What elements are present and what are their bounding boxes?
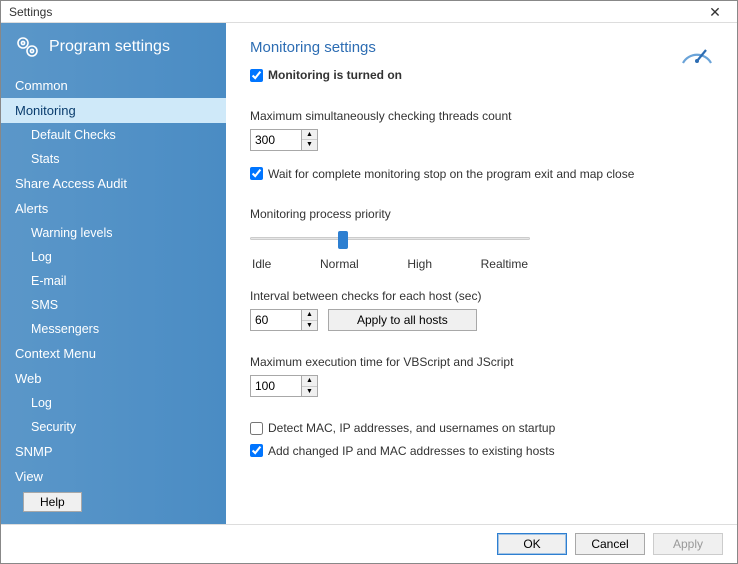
monitoring-on-checkbox[interactable]: Monitoring is turned on [250,68,402,82]
sidebar-item-sms[interactable]: SMS [1,293,226,317]
threads-input[interactable] [251,130,301,150]
add-changed-checkbox[interactable]: Add changed IP and MAC addresses to exis… [250,444,555,458]
body: Program settings CommonMonitoringDefault… [1,23,737,524]
titlebar: Settings ✕ [1,1,737,23]
sidebar-item-log[interactable]: Log [1,391,226,415]
sidebar-item-share-access-audit[interactable]: Share Access Audit [1,171,226,196]
wait-stop-label: Wait for complete monitoring stop on the… [268,167,634,181]
slider-labels: Idle Normal High Realtime [250,257,530,271]
detect-mac-label: Detect MAC, IP addresses, and usernames … [268,421,555,435]
threads-up-icon[interactable]: ▲ [302,130,317,141]
exec-time-label: Maximum execution time for VBScript and … [250,355,713,369]
exec-time-input[interactable] [251,376,301,396]
sidebar-item-default-checks[interactable]: Default Checks [1,123,226,147]
sidebar-footer: Help [1,484,226,524]
page-title: Monitoring settings [250,39,713,56]
sidebar: Program settings CommonMonitoringDefault… [1,23,226,524]
sidebar-item-stats[interactable]: Stats [1,147,226,171]
sidebar-item-web[interactable]: Web [1,366,226,391]
interval-down-icon[interactable]: ▼ [302,321,317,331]
priority-slider[interactable]: Idle Normal High Realtime [250,231,530,271]
sidebar-nav: CommonMonitoringDefault ChecksStatsShare… [1,73,226,484]
slider-thumb[interactable] [338,231,348,249]
ok-button[interactable]: OK [497,533,567,555]
window-title: Settings [9,5,52,19]
cancel-button[interactable]: Cancel [575,533,645,555]
add-changed-label: Add changed IP and MAC addresses to exis… [268,444,555,458]
interval-label: Interval between checks for each host (s… [250,289,713,303]
exec-time-spinner[interactable]: ▲ ▼ [250,375,318,397]
sidebar-item-warning-levels[interactable]: Warning levels [1,221,226,245]
sidebar-item-view[interactable]: View [1,464,226,484]
sidebar-item-common[interactable]: Common [1,73,226,98]
gear-icon [15,35,39,59]
sidebar-item-e-mail[interactable]: E-mail [1,269,226,293]
priority-label: Monitoring process priority [250,207,713,221]
interval-spinner[interactable]: ▲ ▼ [250,309,318,331]
sidebar-item-monitoring[interactable]: Monitoring [1,98,226,123]
wait-stop-input[interactable] [250,167,263,180]
main-panel: Monitoring settings Monitoring is turned… [226,23,737,524]
close-icon[interactable]: ✕ [699,2,731,22]
monitoring-on-label: Monitoring is turned on [268,68,402,82]
detect-mac-input[interactable] [250,422,263,435]
exec-up-icon[interactable]: ▲ [302,376,317,387]
interval-input[interactable] [251,310,301,330]
speedometer-icon [679,37,715,73]
exec-down-icon[interactable]: ▼ [302,387,317,397]
monitoring-on-input[interactable] [250,69,263,82]
apply-all-hosts-button[interactable]: Apply to all hosts [328,309,477,331]
slider-tick: High [407,257,432,271]
sidebar-item-messengers[interactable]: Messengers [1,317,226,341]
wait-stop-checkbox[interactable]: Wait for complete monitoring stop on the… [250,167,634,181]
sidebar-title: Program settings [49,38,170,56]
threads-spinner[interactable]: ▲ ▼ [250,129,318,151]
add-changed-input[interactable] [250,444,263,457]
help-button[interactable]: Help [23,492,82,512]
interval-up-icon[interactable]: ▲ [302,310,317,321]
slider-tick: Normal [320,257,359,271]
detect-mac-checkbox[interactable]: Detect MAC, IP addresses, and usernames … [250,421,555,435]
sidebar-item-security[interactable]: Security [1,415,226,439]
sidebar-item-snmp[interactable]: SNMP [1,439,226,464]
slider-tick: Realtime [481,257,528,271]
threads-label: Maximum simultaneously checking threads … [250,109,713,123]
slider-tick: Idle [252,257,271,271]
sidebar-item-log[interactable]: Log [1,245,226,269]
threads-down-icon[interactable]: ▼ [302,140,317,150]
apply-button[interactable]: Apply [653,533,723,555]
sidebar-header: Program settings [1,23,226,73]
slider-track [250,237,530,240]
sidebar-item-context-menu[interactable]: Context Menu [1,341,226,366]
sidebar-item-alerts[interactable]: Alerts [1,196,226,221]
footer: OK Cancel Apply [1,524,737,563]
